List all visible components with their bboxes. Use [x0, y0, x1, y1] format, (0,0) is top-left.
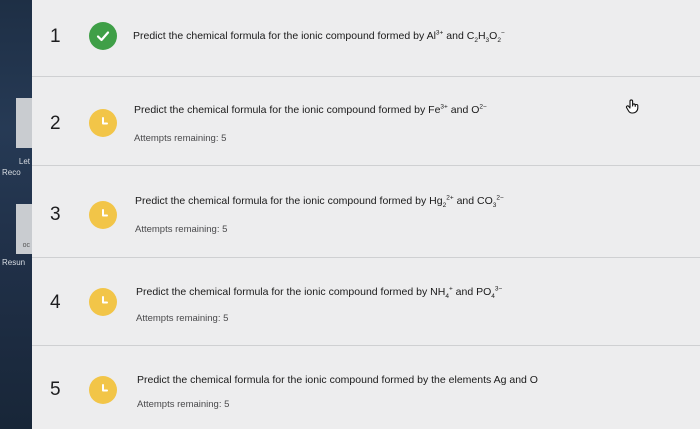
question-row[interactable]: 2 Predict the chemical formula for the i…: [32, 77, 700, 166]
sidebar-label: Let: [18, 157, 30, 166]
question-row[interactable]: 3 Predict the chemical formula for the i…: [32, 166, 700, 258]
chem-species: Hg22+: [429, 194, 454, 210]
question-prompt[interactable]: Predict the chemical formula for the ion…: [134, 104, 487, 116]
question-number: 1: [50, 26, 61, 47]
question-prompt[interactable]: Predict the chemical formula for the ion…: [136, 285, 503, 301]
question-list: 1 Predict the chemical formula for the i…: [32, 0, 700, 429]
status-badge: [89, 109, 117, 137]
hand-pointer-icon: [624, 98, 642, 121]
question-number: 5: [50, 379, 61, 400]
chem-species: Al3+: [426, 29, 444, 42]
status-badge: [89, 288, 117, 316]
status-badge: [89, 22, 117, 50]
chem-species: C2H3O2−: [466, 29, 505, 45]
chem-species: CO32−: [477, 194, 504, 210]
attempts-remaining: Attempts remaining: 5: [135, 224, 228, 235]
question-row[interactable]: 1 Predict the chemical formula for the i…: [32, 0, 700, 77]
prompt-text: Predict the chemical formula for the ion…: [134, 104, 426, 116]
clock-icon: [102, 296, 108, 304]
question-number: 2: [50, 113, 61, 134]
prompt-text: Predict the chemical formula for the ion…: [135, 195, 427, 207]
clock-icon: [102, 209, 108, 217]
sidebar-label: oc: [22, 242, 30, 249]
conjunction: and: [446, 30, 464, 42]
question-prompt[interactable]: Predict the chemical formula for the ion…: [135, 194, 504, 210]
status-badge: [89, 201, 117, 229]
prompt-text: Predict the chemical formula for the ion…: [136, 286, 428, 298]
check-icon: [96, 31, 110, 42]
question-prompt[interactable]: Predict the chemical formula for the ion…: [133, 29, 505, 45]
attempts-remaining: Attempts remaining: 5: [136, 313, 229, 324]
attempts-remaining: Attempts remaining: 5: [137, 399, 230, 410]
conjunction: and: [455, 286, 474, 298]
sidebar-panel: [16, 98, 32, 148]
prompt-text: Predict the chemical formula for the ion…: [133, 30, 425, 42]
sidebar-label: Resun: [2, 258, 26, 267]
sidebar-label: Reco: [2, 168, 21, 177]
question-prompt[interactable]: Predict the chemical formula for the ion…: [137, 374, 538, 386]
question-row[interactable]: 5 Predict the chemical formula for the i…: [32, 346, 700, 429]
question-number: 4: [50, 292, 61, 313]
question-number: 3: [50, 204, 61, 225]
chem-species: Fe3+: [428, 103, 448, 116]
attempts-remaining: Attempts remaining: 5: [134, 133, 227, 144]
clock-icon: [102, 117, 108, 125]
question-row[interactable]: 4 Predict the chemical formula for the i…: [32, 258, 700, 346]
clock-icon: [102, 384, 108, 392]
chem-species: NH4+: [430, 285, 453, 301]
conjunction: and: [456, 195, 475, 207]
status-badge: [89, 376, 117, 404]
chem-species: PO43−: [476, 285, 503, 301]
chem-species: O2−: [471, 103, 487, 116]
sidebar: Let Reco oc Resun: [0, 0, 32, 429]
conjunction: and: [450, 104, 469, 116]
